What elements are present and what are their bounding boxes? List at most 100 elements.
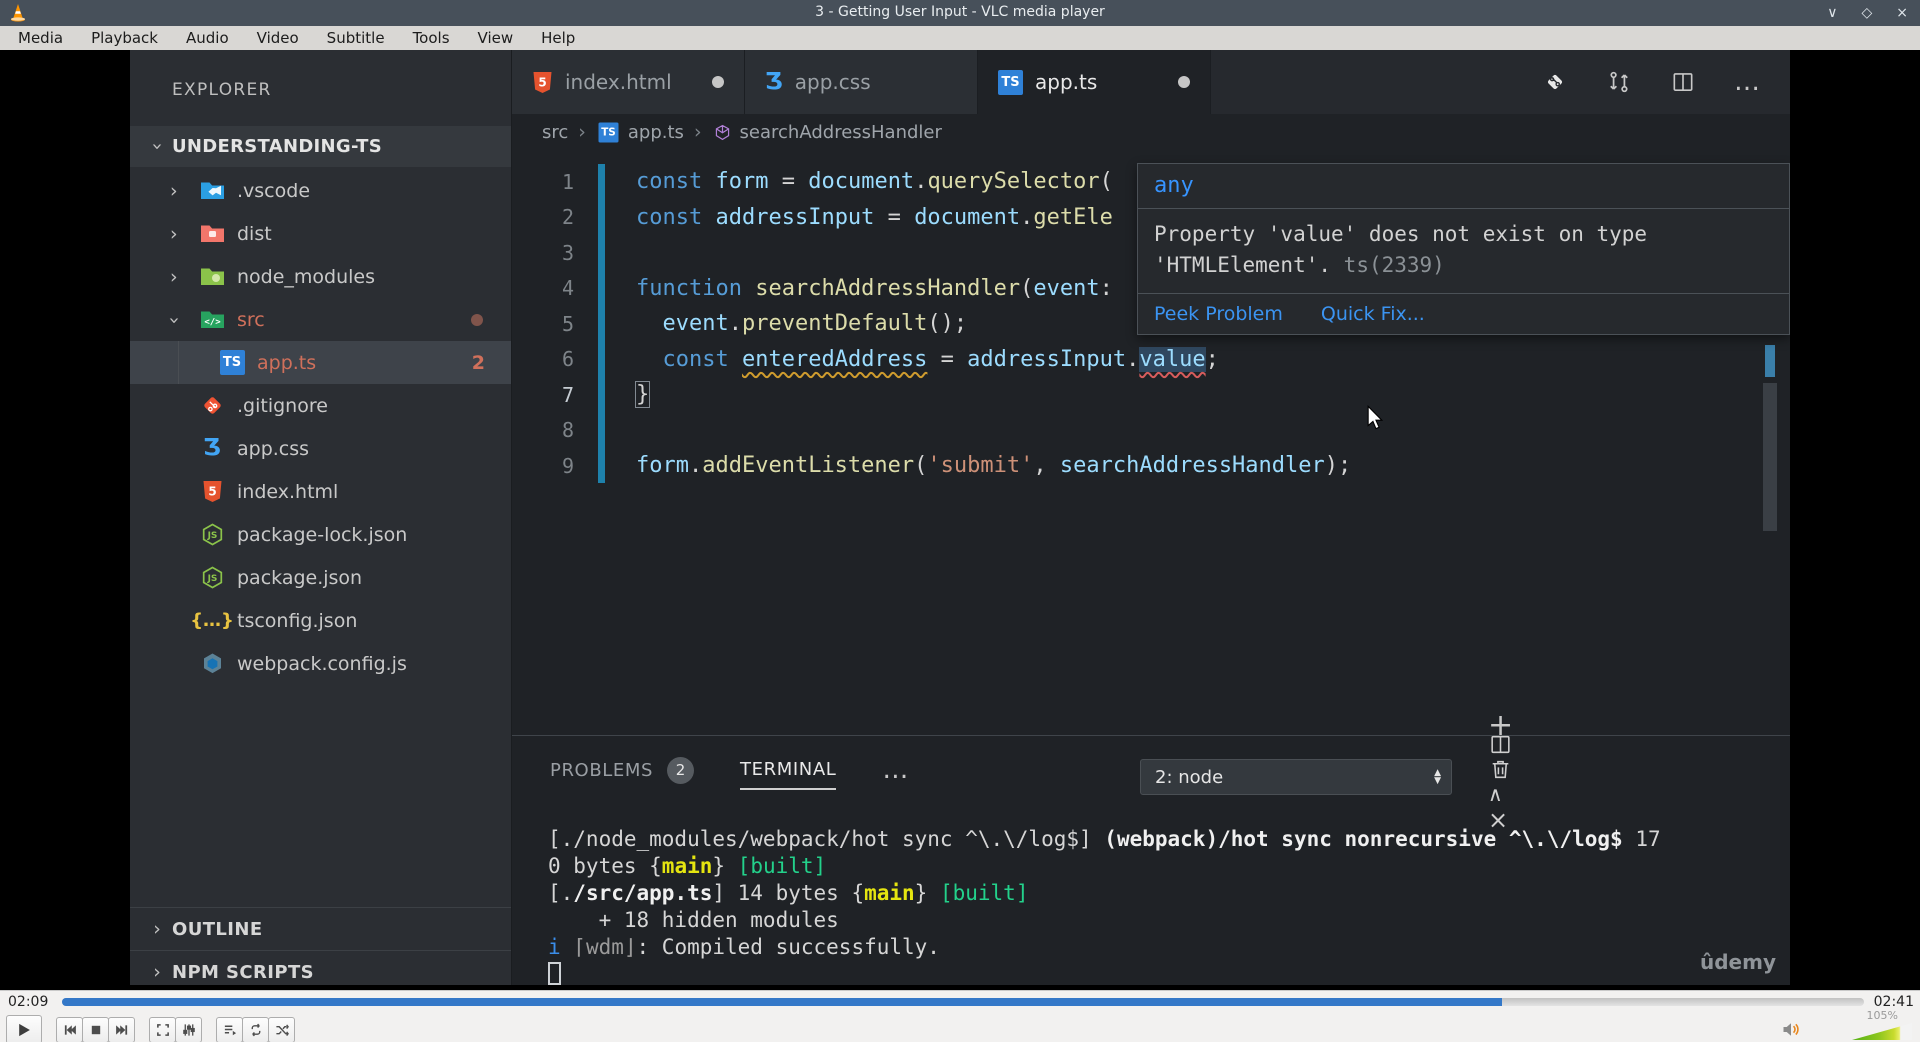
sidebar-section-outline[interactable]: › OUTLINE xyxy=(130,907,511,950)
terminal-select[interactable]: 2: node ▲ ▼ xyxy=(1140,759,1452,795)
tab-index.html[interactable]: 5 index.html xyxy=(512,50,745,114)
line-number[interactable]: 4 xyxy=(512,276,598,300)
ts-icon: TS xyxy=(218,350,246,375)
menu-subtitle[interactable]: Subtitle xyxy=(313,29,399,47)
sidebar-section-npm-scripts[interactable]: › NPM SCRIPTS xyxy=(130,950,511,993)
terminal-output[interactable]: [./node_modules/webpack/hot sync ^\.\/lo… xyxy=(548,826,1766,988)
bottom-panel: PROBLEMS 2 TERMINAL … 2: node ▲ ▼ + ∧ × [./… xyxy=(512,711,1790,988)
line-number[interactable]: 5 xyxy=(512,312,598,336)
explorer-header: EXPLORER xyxy=(172,80,272,100)
file-row-src[interactable]: › </> src xyxy=(130,298,511,341)
menu-playback[interactable]: Playback xyxy=(77,29,172,47)
code-line-7[interactable]: 7 } xyxy=(512,377,1790,412)
more-actions-button[interactable]: … xyxy=(1734,68,1762,95)
file-row-webpack.config.js[interactable]: webpack.config.js xyxy=(130,642,511,685)
panel-tab-problems[interactable]: PROBLEMS 2 xyxy=(550,756,695,792)
fullscreen-button[interactable] xyxy=(149,1016,176,1042)
line-number[interactable]: 1 xyxy=(512,170,598,194)
tab-app.css[interactable]: Ʒapp.css xyxy=(745,50,978,114)
next-button[interactable] xyxy=(108,1016,135,1042)
close-button[interactable]: × xyxy=(1896,5,1908,21)
menu-audio[interactable]: Audio xyxy=(172,29,243,47)
line-number[interactable]: 3 xyxy=(512,241,598,265)
breadcrumb-app.ts[interactable]: TS app.ts xyxy=(596,120,684,145)
panel-tab-more[interactable]: … xyxy=(882,756,910,783)
breadcrumb-searchAddressHandler[interactable]: searchAddressHandler xyxy=(712,122,942,143)
seek-progress xyxy=(62,998,1502,1006)
split-editor-button[interactable] xyxy=(1670,69,1696,95)
new-terminal-button[interactable]: + xyxy=(1488,711,1513,741)
play-button[interactable] xyxy=(6,1015,42,1042)
playlist-button[interactable] xyxy=(216,1016,243,1042)
quick-fix-link[interactable]: Quick Fix... xyxy=(1321,303,1425,325)
tab-label: app.css xyxy=(794,70,871,94)
time-elapsed: 02:09 xyxy=(8,994,49,1010)
stop-button[interactable] xyxy=(82,1016,109,1042)
line-number[interactable]: 6 xyxy=(512,347,598,371)
scrollbar-thumb[interactable] xyxy=(1763,383,1777,531)
terminal-cursor xyxy=(548,962,561,985)
menu-help[interactable]: Help xyxy=(527,29,589,47)
tab-app.ts[interactable]: TS app.ts xyxy=(978,50,1211,114)
file-row-dist[interactable]: › dist xyxy=(130,212,511,255)
file-row-index.html[interactable]: 5 index.html xyxy=(130,470,511,513)
file-label: dist xyxy=(237,222,272,245)
file-label: webpack.config.js xyxy=(237,652,407,675)
maximize-panel-button[interactable]: ∧ xyxy=(1488,782,1513,806)
maximize-button[interactable]: ◇ xyxy=(1861,5,1872,21)
menu-view[interactable]: View xyxy=(464,29,528,47)
line-number[interactable]: 2 xyxy=(512,205,598,229)
file-tree: › .vscode › dist › node_modules › </> src TS a… xyxy=(130,169,511,685)
workspace-header[interactable]: › UNDERSTANDING-TS xyxy=(130,126,511,167)
folder-vscode-icon xyxy=(198,180,226,201)
panel-tab-terminal[interactable]: TERMINAL xyxy=(740,759,837,790)
peek-problem-link[interactable]: Peek Problem xyxy=(1154,303,1283,325)
file-row-package-lock.json[interactable]: JS package-lock.json xyxy=(130,513,511,556)
extended-settings-button[interactable] xyxy=(175,1016,202,1042)
file-row-app.ts[interactable]: TS app.ts 2 xyxy=(130,341,511,384)
random-button[interactable] xyxy=(268,1016,295,1042)
menu-tools[interactable]: Tools xyxy=(399,29,464,47)
minimize-button[interactable]: ∨ xyxy=(1827,5,1837,21)
webpack-icon xyxy=(198,652,226,675)
file-row-.vscode[interactable]: › .vscode xyxy=(130,169,511,212)
file-row-app.css[interactable]: Ʒapp.css xyxy=(130,427,511,470)
menu-media[interactable]: Media xyxy=(4,29,77,47)
chevron-right-icon: › xyxy=(170,265,178,288)
code-line-9[interactable]: 9 form.addEventListener('submit', search… xyxy=(512,448,1790,483)
split-terminal-button[interactable] xyxy=(1488,732,1513,757)
file-row-node_modules[interactable]: › node_modules xyxy=(130,255,511,298)
code-line-6[interactable]: 6 const enteredAddress = addressInput.va… xyxy=(512,342,1790,377)
previous-button[interactable] xyxy=(56,1016,83,1042)
loop-button[interactable] xyxy=(242,1016,269,1042)
line-number[interactable]: 9 xyxy=(512,454,598,478)
explorer-sidebar: EXPLORER › UNDERSTANDING-TS › .vscode › di… xyxy=(130,50,512,985)
volume-slider[interactable] xyxy=(1852,1023,1912,1040)
line-number[interactable]: 7 xyxy=(512,383,598,407)
problem-count-badge: 2 xyxy=(471,351,485,374)
open-changes-button[interactable] xyxy=(1542,69,1568,95)
file-row-tsconfig.json[interactable]: {…} tsconfig.json xyxy=(130,599,511,642)
breadcrumb-separator: › xyxy=(578,121,586,143)
compare-button[interactable] xyxy=(1606,69,1632,95)
editor-area: 5 index.html Ʒapp.css TS app.ts … src › TS … xyxy=(512,50,1790,985)
file-label: app.ts xyxy=(257,351,317,374)
seek-bar[interactable] xyxy=(62,998,1864,1006)
breadcrumb-src[interactable]: src xyxy=(542,122,568,143)
html-icon: 5 xyxy=(198,480,226,503)
file-label: package-lock.json xyxy=(237,523,408,546)
line-number[interactable]: 8 xyxy=(512,418,598,442)
kill-terminal-button[interactable] xyxy=(1488,757,1513,782)
code-editor[interactable]: 1 const form = document.querySelector( 2… xyxy=(512,150,1790,735)
file-row-.gitignore[interactable]: .gitignore xyxy=(130,384,511,427)
ts-icon: TS xyxy=(998,69,1023,95)
speaker-icon[interactable] xyxy=(1782,1021,1801,1042)
code-line-8[interactable]: 8 xyxy=(512,413,1790,448)
file-label: .gitignore xyxy=(237,394,328,417)
menu-video[interactable]: Video xyxy=(243,29,313,47)
tab-label: app.ts xyxy=(1035,70,1098,94)
file-label: src xyxy=(237,308,265,331)
node-icon: JS xyxy=(198,566,226,589)
video-area[interactable]: EXPLORER › UNDERSTANDING-TS › .vscode › di… xyxy=(0,50,1920,990)
file-row-package.json[interactable]: JS package.json xyxy=(130,556,511,599)
